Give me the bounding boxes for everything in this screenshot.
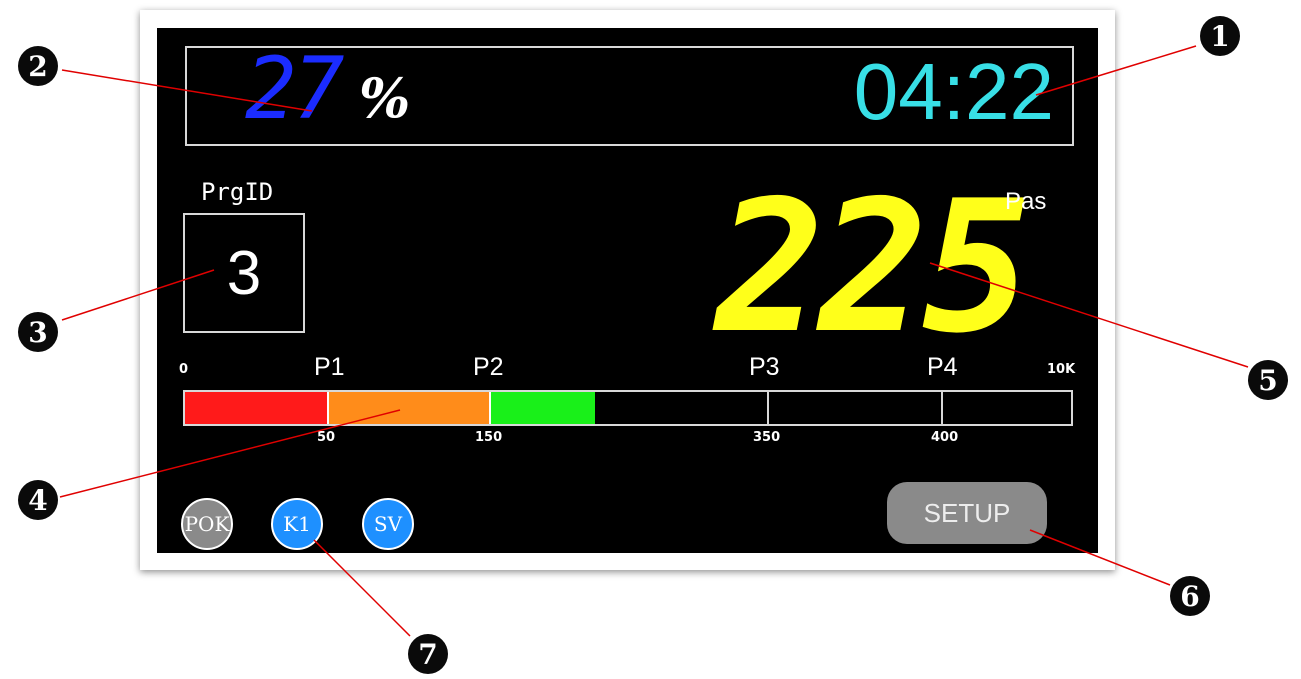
percent-symbol: %: [359, 66, 411, 130]
bar-zone-green: [491, 392, 595, 424]
bar-tick-p3: [767, 392, 769, 424]
threshold-value-p4: 400: [931, 430, 959, 445]
callout-marker-5: 5: [1248, 360, 1288, 400]
program-id-label: PrgID: [201, 178, 274, 206]
percent-value: 27: [245, 39, 345, 139]
indicator-pok[interactable]: POK: [181, 498, 233, 550]
program-id-box[interactable]: 3: [183, 213, 305, 333]
hmi-screen: 27 % 04:22 PrgID 3 225 Pas 0 10K P1 P2 P…: [157, 28, 1098, 553]
point-label-p3: P3: [749, 353, 780, 381]
indicator-sv[interactable]: SV: [362, 498, 414, 550]
program-id-value: 3: [226, 238, 262, 308]
bar-zone-orange: [329, 392, 489, 424]
threshold-value-p1: 50: [317, 430, 336, 445]
point-label-p1: P1: [314, 353, 345, 381]
time-display: 04:22: [853, 47, 1054, 136]
callout-marker-2: 2: [18, 46, 58, 86]
scale-min-label: 0: [179, 362, 189, 377]
bar-zone-red: [185, 392, 327, 424]
threshold-value-p3: 350: [753, 430, 781, 445]
status-header: 27 % 04:22: [185, 46, 1074, 146]
pressure-unit: Pas: [1005, 188, 1047, 215]
callout-marker-6: 6: [1170, 576, 1210, 616]
point-label-p4: P4: [927, 353, 958, 381]
scale-max-label: 10K: [1047, 362, 1076, 377]
callout-marker-1: 1: [1200, 16, 1240, 56]
pressure-value: 225: [715, 161, 1032, 373]
bar-tick-p4: [941, 392, 943, 424]
setup-button[interactable]: SETUP: [887, 482, 1047, 544]
point-label-p2: P2: [473, 353, 504, 381]
indicator-k1[interactable]: K1: [271, 498, 323, 550]
callout-marker-3: 3: [18, 312, 58, 352]
pressure-bar: [183, 390, 1073, 426]
callout-marker-4: 4: [18, 480, 58, 520]
callout-marker-7: 7: [408, 634, 448, 674]
threshold-value-p2: 150: [475, 430, 503, 445]
